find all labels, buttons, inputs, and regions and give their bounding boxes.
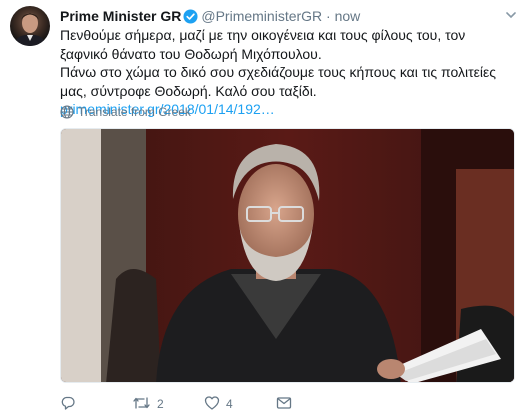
tweet-text-body: Πάνω στο χώμα το δικό σου σχεδιάζουμε το… [60, 64, 497, 99]
like-icon [204, 395, 220, 414]
retweet-icon [132, 395, 151, 414]
translate-label: Translate from Greek [78, 105, 191, 119]
timestamp[interactable]: now [335, 8, 361, 24]
tweet-photo[interactable] [60, 128, 515, 383]
separator-dot: · [326, 8, 331, 24]
chevron-down-icon[interactable] [505, 8, 517, 26]
like-count: 4 [226, 397, 233, 411]
direct-message-icon [276, 395, 292, 414]
retweet-count: 2 [157, 397, 164, 411]
reply-button[interactable] [60, 394, 82, 414]
user-handle[interactable]: @PrimeministerGR [201, 8, 322, 24]
translate-link[interactable]: Translate from Greek [60, 104, 191, 120]
tweet-header: Prime Minister GR @PrimeministerGR · now [60, 7, 360, 28]
reply-icon [60, 395, 76, 414]
display-name[interactable]: Prime Minister GR [60, 8, 181, 24]
tweet: Prime Minister GR @PrimeministerGR · now … [0, 0, 527, 419]
avatar[interactable] [10, 6, 50, 46]
direct-message-button[interactable] [276, 394, 292, 414]
tweet-text-line1: Πενθούμε σήμερα, μαζί με την οικογένεια … [60, 27, 466, 62]
like-button[interactable]: 4 [204, 394, 233, 414]
globe-icon [60, 105, 78, 119]
retweet-button[interactable]: 2 [132, 394, 164, 414]
